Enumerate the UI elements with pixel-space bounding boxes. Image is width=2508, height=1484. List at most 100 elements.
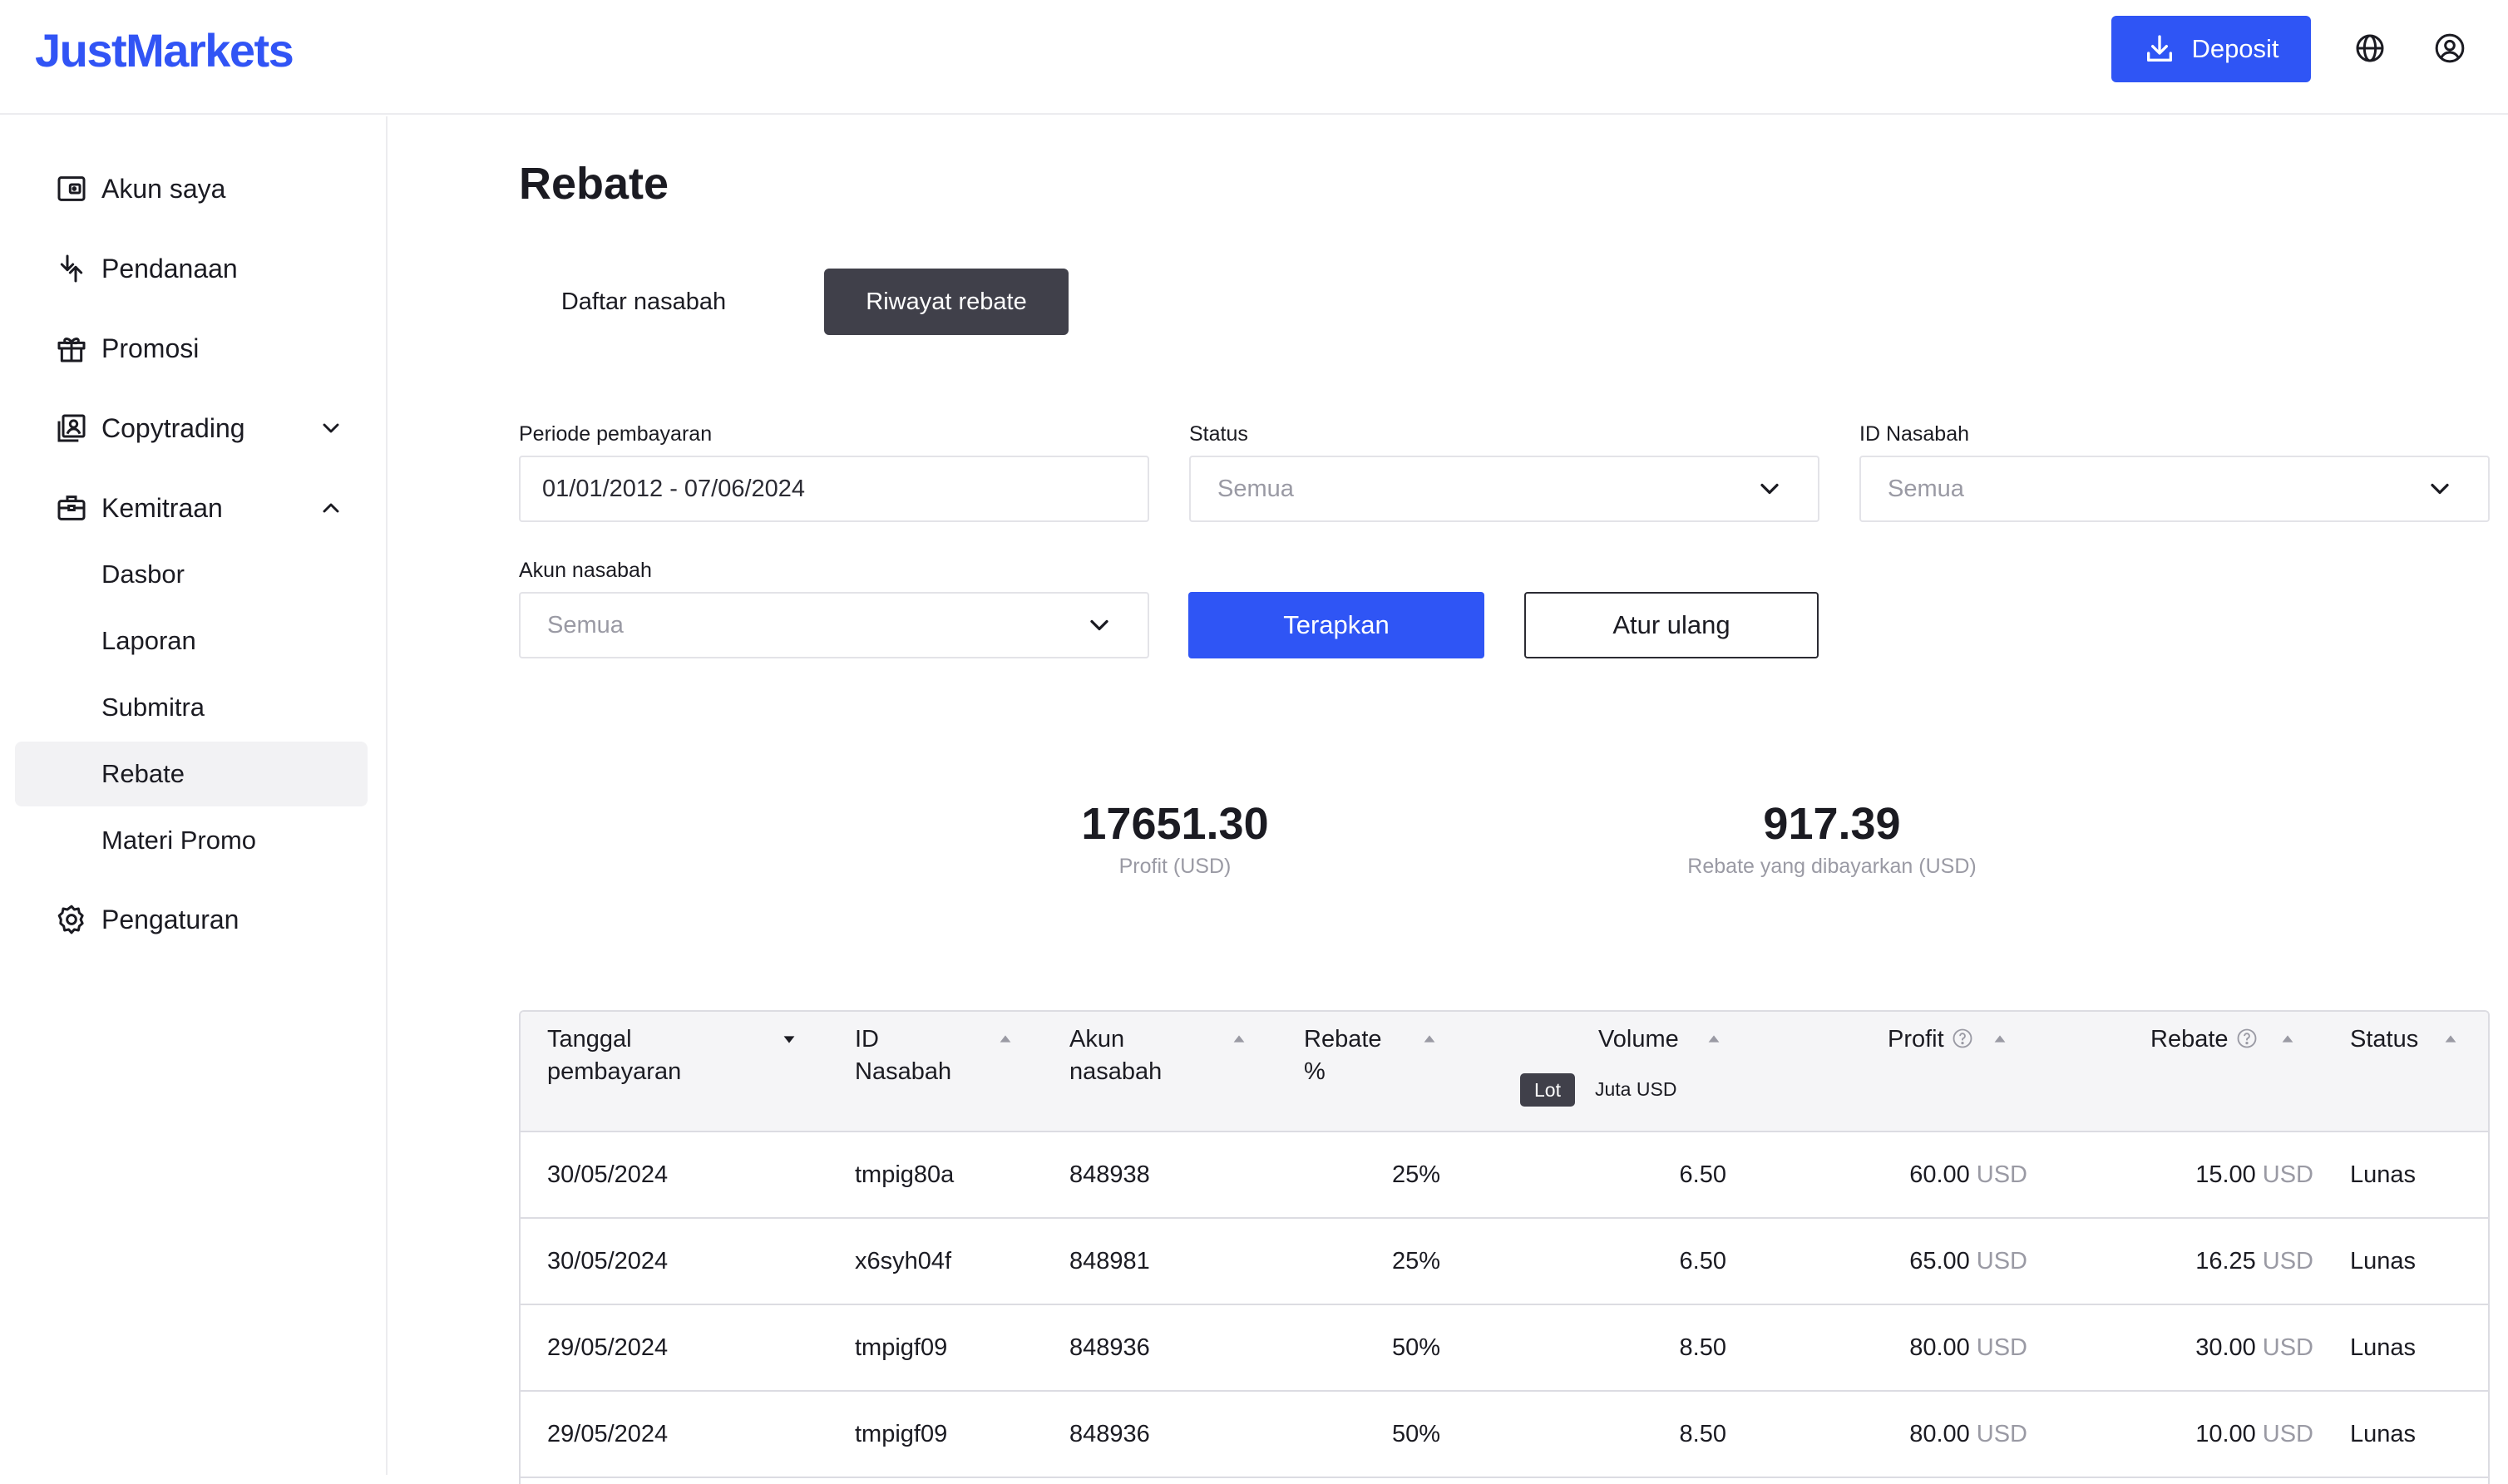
cell-client-id: tmpig80a [855,1161,955,1188]
table-row[interactable]: 30/05/2024 x6syh04f 848981 25% 6.50 65.0… [521,1219,2488,1305]
chevron-down-icon[interactable] [318,415,344,441]
sidebar-item-promosi[interactable]: Promosi [0,317,388,380]
period-date-range-input[interactable]: 01/01/2012 - 07/06/2024 [519,456,1149,522]
tab-daftar-nasabah[interactable]: Daftar nasabah [519,269,768,335]
cell-date: 29/05/2024 [547,1334,669,1361]
portrait-icon [57,414,86,442]
period-value: 01/01/2012 - 07/06/2024 [542,475,806,502]
cell-date: 30/05/2024 [547,1247,669,1274]
status-select[interactable]: Semua [1189,456,1819,522]
col-header-account[interactable]: Akun nasabah [1069,1023,1194,1088]
sort-asc-icon[interactable] [996,1030,1015,1048]
sidebar-item-copytrading[interactable]: Copytrading [0,397,388,460]
cell-profit: 80.00 USD [1818,1305,2027,1390]
cell-client-id: x6syh04f [855,1247,952,1274]
sidebar-subitem-submitra[interactable]: Submitra [15,675,368,740]
col-header-status[interactable]: Status [2350,1023,2418,1056]
cell-profit: 60.00 USD [1818,1132,2027,1217]
col-header-rebate[interactable]: Rebate [2150,1023,2259,1056]
apply-button[interactable]: Terapkan [1188,592,1484,658]
table-header: Tanggal pembayaran ID Nasabah Akun nasab… [521,1012,2488,1132]
sidebar-item-akun-saya[interactable]: Akun saya [0,157,388,220]
rebate-total-value: 917.39 [1763,799,1901,849]
sidebar-item-label: Promosi [101,333,200,363]
justmarkets-logo[interactable]: JustMarkets [35,23,294,77]
sidebar-item-label: Akun saya [101,173,226,204]
col-header-date[interactable]: Tanggal pembayaran [547,1023,763,1088]
cell-account: 848936 [1069,1420,1150,1447]
rebate-caption: Rebate yang dibayarkan (USD) [1687,855,1977,878]
status-placeholder: Semua [1217,475,1294,502]
help-icon[interactable] [1951,1027,1974,1050]
top-header: JustMarkets Deposit [0,0,2508,115]
chevron-up-icon[interactable] [318,495,344,521]
col-header-volume[interactable]: Volume [1598,1023,1679,1056]
cell-currency: USD [1976,1161,2027,1188]
sidebar-subitem-label: Rebate [101,759,185,788]
cell-profit-value: 60.00 [1909,1161,1970,1188]
col-header-rebate-pct[interactable]: Rebate % [1304,1023,1404,1088]
cell-currency: USD [2262,1334,2313,1361]
volume-unit-juta-toggle[interactable]: Juta USD [1595,1078,1676,1101]
sort-desc-icon[interactable] [780,1030,798,1048]
sidebar-subitem-label: Submitra [101,693,205,722]
sidebar-subitem-rebate[interactable]: Rebate [15,742,368,806]
table-row[interactable]: 30/05/2024 tmpig80a 848938 25% 6.50 60.0… [521,1132,2488,1219]
sidebar-subitem-label: Dasbor [101,560,185,589]
tab-riwayat-rebate[interactable]: Riwayat rebate [824,269,1069,335]
deposit-button[interactable]: Deposit [2111,16,2311,82]
briefcase-icon [57,495,86,520]
table-row[interactable]: 29/05/2024 tmpigf09 848936 50% 8.50 80.0… [521,1392,2488,1478]
cell-rebate: 15.00 USD [2101,1132,2313,1217]
profit-total-value: 17651.30 [1081,799,1269,849]
client-id-select[interactable]: Semua [1859,456,2490,522]
cell-rebate-value: 15.00 [2195,1161,2256,1188]
cell-volume: 8.50 [1679,1420,1726,1447]
cell-status: Lunas [2350,1247,2417,1274]
cell-rebate-value: 30.00 [2195,1334,2256,1361]
cell-status: Lunas [2350,1161,2417,1188]
cell-account: 848938 [1069,1161,1150,1188]
sidebar-item-label: Pengaturan [101,904,239,934]
cell-volume: 8.50 [1679,1334,1726,1361]
cell-rebate: 10.00 USD [2101,1392,2313,1477]
cell-rebate-value: 10.00 [2195,1420,2256,1447]
cell-rebate-pct: 50% [1391,1420,1440,1447]
sidebar-item-kemitraan[interactable]: Kemitraan [0,476,388,540]
period-label: Periode pembayaran [519,422,713,446]
col-header-profit[interactable]: Profit [1888,1023,1974,1056]
sort-asc-icon[interactable] [2441,1030,2460,1048]
sort-asc-icon[interactable] [1991,1030,2009,1048]
user-circle-icon[interactable] [2433,32,2466,65]
cell-rebate-pct: 50% [1391,1334,1440,1361]
sidebar-subitem-label: Materi Promo [101,826,257,855]
client-account-select[interactable]: Semua [519,592,1149,658]
sidebar-subitem-materi-promo[interactable]: Materi Promo [15,808,368,873]
client-account-label: Akun nasabah [519,559,652,582]
sidebar-item-pendanaan[interactable]: Pendanaan [0,237,388,300]
cell-rebate-pct: 25% [1391,1161,1440,1188]
sidebar-item-label: Copytrading [101,412,245,443]
sidebar-item-pengaturan[interactable]: Pengaturan [0,888,388,951]
client-id-label: ID Nasabah [1859,422,1970,446]
table-row[interactable]: 29/05/2024 tmpigf09 848936 50% 8.50 80.0… [521,1305,2488,1392]
sort-asc-icon[interactable] [1705,1030,1723,1048]
sort-asc-icon[interactable] [1230,1030,1248,1048]
client-account-placeholder: Semua [547,611,624,638]
reset-button[interactable]: Atur ulang [1524,592,1819,658]
cell-date: 29/05/2024 [547,1420,669,1447]
globe-icon[interactable] [2353,32,2387,65]
volume-unit-lot-toggle[interactable]: Lot [1520,1073,1575,1107]
gear-icon [57,905,84,934]
sort-asc-icon[interactable] [2278,1030,2297,1048]
help-icon[interactable] [2235,1027,2259,1050]
col-header-client-id[interactable]: ID Nasabah [855,1023,980,1088]
sidebar-subitem-laporan[interactable]: Laporan [15,609,368,673]
cell-profit-value: 80.00 [1909,1420,1970,1447]
sidebar-subitem-dasbor[interactable]: Dasbor [15,542,368,607]
rebate-history-table: Tanggal pembayaran ID Nasabah Akun nasab… [519,1010,2490,1484]
sort-asc-icon[interactable] [1420,1030,1439,1048]
cell-account: 848981 [1069,1247,1150,1274]
cell-status: Lunas [2350,1420,2417,1447]
cell-date: 30/05/2024 [547,1161,669,1188]
